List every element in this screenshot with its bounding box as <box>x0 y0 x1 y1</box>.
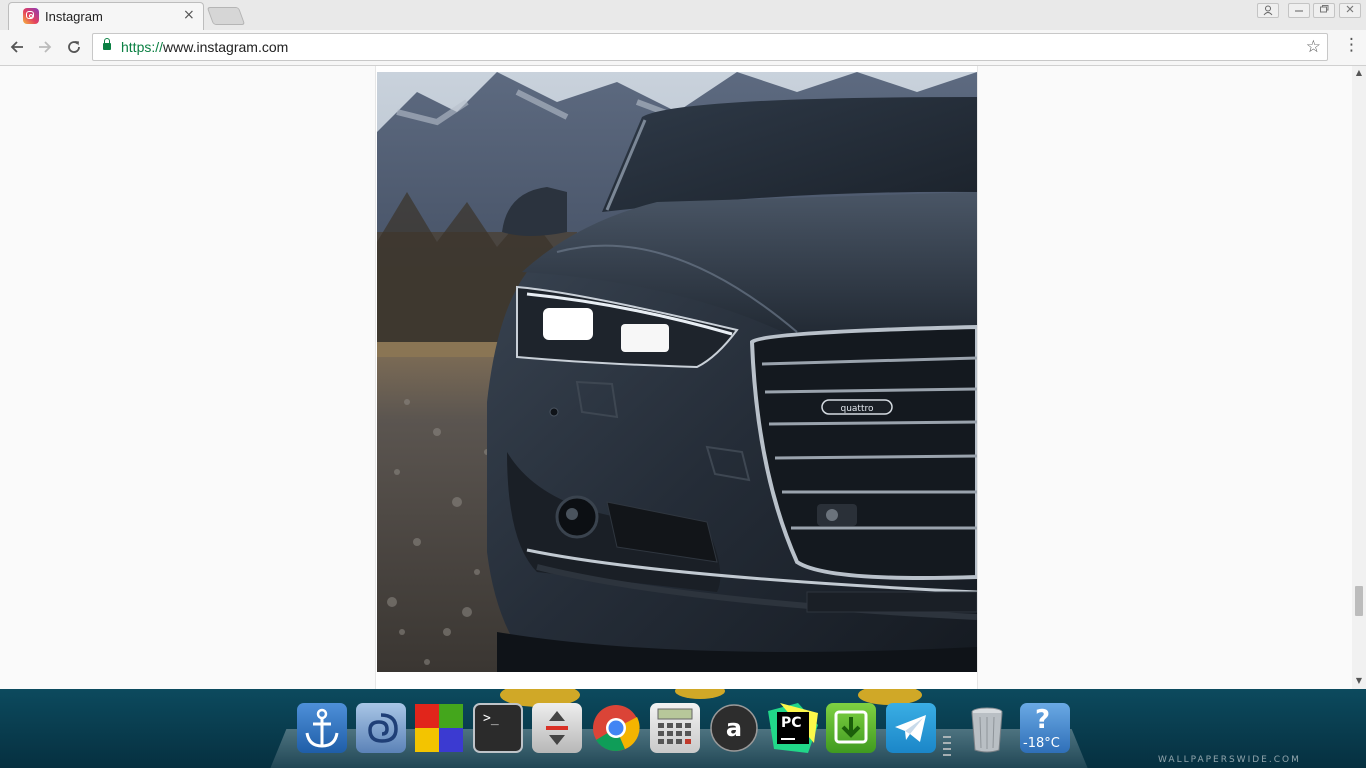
weather-icon[interactable]: ? -18°C <box>1020 703 1070 753</box>
instagram-icon <box>23 8 39 24</box>
page-viewport: quattro <box>0 66 1352 689</box>
url-text[interactable]: https://www.instagram.com <box>121 39 288 55</box>
calculator-glyph <box>657 708 693 744</box>
profile-button[interactable] <box>1257 3 1279 18</box>
reload-button[interactable] <box>62 35 86 59</box>
close-window-icon <box>1346 5 1354 13</box>
back-button[interactable] <box>5 35 29 59</box>
anchor-glyph <box>305 708 339 748</box>
star-icon[interactable]: ☆ <box>1306 37 1321 57</box>
new-tab-button[interactable] <box>206 7 246 25</box>
restore-button[interactable] <box>1313 3 1335 18</box>
weather-temperature: -18°C <box>1023 736 1060 751</box>
transfer-glyph <box>546 711 568 745</box>
scroll-down-icon[interactable]: ▼ <box>1354 676 1364 685</box>
amazon-glyph: a <box>710 704 758 752</box>
download-icon[interactable] <box>826 703 876 753</box>
scroll-thumb[interactable] <box>1355 586 1363 616</box>
anchor-icon[interactable] <box>297 703 347 753</box>
url-host: www.instagram.com <box>163 39 289 55</box>
swirl-app-icon[interactable] <box>356 703 406 753</box>
pycharm-label: PC <box>781 715 802 731</box>
tab-instagram[interactable]: Instagram × <box>8 2 204 30</box>
telegram-glyph <box>895 715 926 742</box>
trash-icon[interactable] <box>962 703 1012 753</box>
page-scrollbar[interactable]: ▲ ▼ <box>1352 66 1366 689</box>
blocks-glyph <box>415 704 463 752</box>
wallpaper-watermark: WALLPAPERSWIDE.COM <box>1158 755 1301 765</box>
close-tab-icon[interactable]: × <box>183 7 195 23</box>
menu-icon[interactable]: ⋮ <box>1343 35 1360 55</box>
color-blocks-icon[interactable] <box>414 703 464 753</box>
download-glyph <box>834 710 868 744</box>
restore-icon <box>1320 5 1329 13</box>
chrome-glyph <box>593 705 640 751</box>
car-photo: quattro <box>377 72 977 672</box>
trash-glyph <box>971 707 1003 753</box>
lock-icon <box>103 38 111 50</box>
swirl-glyph <box>368 713 398 743</box>
reload-icon <box>68 41 80 53</box>
quattro-emblem: quattro <box>841 404 874 414</box>
tab-title: Instagram <box>45 9 103 24</box>
transfer-icon[interactable] <box>532 703 582 753</box>
forward-icon <box>39 41 52 53</box>
close-window-button[interactable] <box>1339 3 1361 18</box>
weather-glyph: ? <box>1035 705 1051 735</box>
dock-separator <box>943 736 951 756</box>
back-icon <box>10 41 23 53</box>
minimize-icon <box>1295 10 1303 12</box>
terminal-prompt: >_ <box>483 711 499 726</box>
svg-text:a: a <box>726 714 742 742</box>
post-card: quattro <box>375 66 978 689</box>
scroll-up-icon[interactable]: ▲ <box>1354 68 1364 77</box>
calculator-icon[interactable] <box>650 703 700 753</box>
post-image[interactable]: quattro <box>377 72 977 672</box>
browser-toolbar: https://www.instagram.com ☆ ⋮ <box>0 30 1366 66</box>
chrome-icon[interactable] <box>591 703 641 753</box>
user-icon <box>1263 5 1273 16</box>
desktop-dock-area: >_ a PC ? -18°C WALLPAPERSWIDE.COM <box>0 689 1366 768</box>
amazon-icon[interactable]: a <box>709 703 759 753</box>
address-bar[interactable]: https://www.instagram.com ☆ <box>92 33 1328 61</box>
forward-button[interactable] <box>33 35 57 59</box>
tab-strip: Instagram × <box>0 0 1366 30</box>
minimize-button[interactable] <box>1288 3 1310 18</box>
url-scheme: https:// <box>121 39 164 55</box>
telegram-icon[interactable] <box>886 703 936 753</box>
terminal-icon[interactable]: >_ <box>473 703 523 753</box>
pycharm-icon[interactable]: PC <box>768 703 818 753</box>
